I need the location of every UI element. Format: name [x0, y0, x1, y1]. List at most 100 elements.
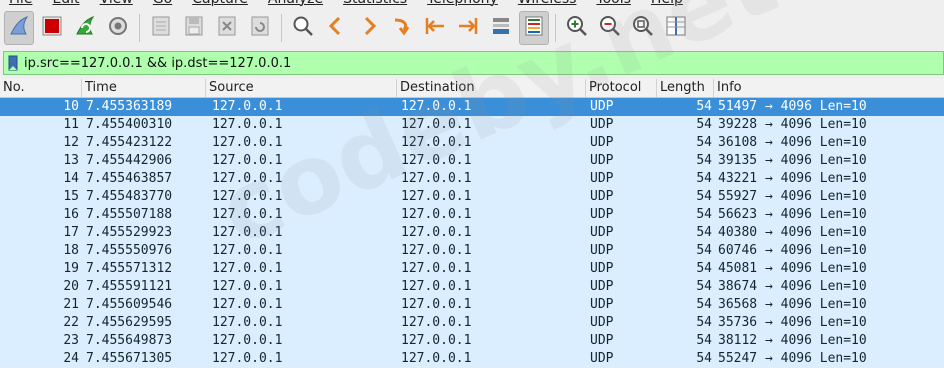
packet-protocol: UDP	[590, 351, 614, 366]
reload-icon	[248, 14, 272, 42]
reload-button[interactable]	[245, 11, 275, 45]
column-header-no[interactable]: No.	[0, 79, 82, 97]
column-header-time[interactable]: Time	[82, 79, 206, 97]
packet-info: 40380 → 4096 Len=10	[718, 225, 867, 240]
menu-file[interactable]: File	[9, 0, 32, 7]
bookmark-icon[interactable]	[4, 53, 22, 73]
menu-analyze[interactable]: Analyze	[268, 0, 323, 7]
packet-destination: 127.0.0.1	[401, 351, 472, 366]
packet-source: 127.0.0.1	[212, 117, 283, 132]
packet-info: 55247 → 4096 Len=10	[718, 351, 867, 366]
table-row[interactable]: 17 7.455529923 127.0.0.1 127.0.0.1 UDP 54 4038…	[0, 224, 944, 242]
go-back-icon	[324, 14, 348, 42]
table-row[interactable]: 21 7.455609546 127.0.0.1 127.0.0.1 UDP 54 3656…	[0, 296, 944, 314]
close-file-icon	[215, 14, 239, 42]
column-header-protocol[interactable]: Protocol	[586, 79, 657, 97]
packet-length: 54	[696, 171, 712, 186]
table-row[interactable]: 24 7.455671305 127.0.0.1 127.0.0.1 UDP 54 5524…	[0, 350, 944, 368]
packet-destination: 127.0.0.1	[401, 171, 472, 186]
packet-no: 20	[63, 279, 79, 294]
packet-length: 54	[696, 153, 712, 168]
save-file-button[interactable]	[179, 11, 209, 45]
packet-protocol: UDP	[590, 135, 614, 150]
packet-no: 22	[63, 315, 79, 330]
menu-wireless[interactable]: Wireless	[518, 0, 577, 7]
packet-time: 7.455463857	[86, 171, 173, 186]
auto-scroll-button[interactable]	[486, 11, 516, 45]
find-packet-button[interactable]	[288, 11, 318, 45]
column-header-length[interactable]: Length	[657, 79, 714, 97]
packet-no: 12	[63, 135, 79, 150]
packet-protocol: UDP	[590, 153, 614, 168]
packet-no: 11	[63, 117, 79, 132]
restart-capture-button[interactable]	[70, 11, 100, 45]
table-row[interactable]: 10 7.455363189 127.0.0.1 127.0.0.1 UDP 54 5149…	[0, 98, 944, 116]
table-row[interactable]: 23 7.455649873 127.0.0.1 127.0.0.1 UDP 54 3811…	[0, 332, 944, 350]
packet-info: 55927 → 4096 Len=10	[718, 189, 867, 204]
stop-button[interactable]	[37, 11, 67, 45]
zoom-out-icon	[598, 14, 622, 42]
packet-length: 54	[696, 351, 712, 366]
open-file-button[interactable]	[146, 11, 176, 45]
packet-protocol: UDP	[590, 99, 614, 114]
menu-help[interactable]: Help	[651, 0, 683, 7]
toolbar-separator	[281, 14, 282, 42]
menu-telephony[interactable]: Telephony	[427, 0, 498, 7]
packet-source: 127.0.0.1	[212, 351, 283, 366]
packet-list-header: No. Time Source Destination Protocol Len…	[0, 79, 944, 98]
menu-tools[interactable]: Tools	[596, 0, 631, 7]
close-file-button[interactable]	[212, 11, 242, 45]
table-row[interactable]: 11 7.455400310 127.0.0.1 127.0.0.1 UDP 54 3922…	[0, 116, 944, 134]
table-row[interactable]: 19 7.455571312 127.0.0.1 127.0.0.1 UDP 54 4508…	[0, 260, 944, 278]
packet-protocol: UDP	[590, 297, 614, 312]
packet-no: 23	[63, 333, 79, 348]
menu-capture[interactable]: Capture	[192, 0, 248, 7]
packet-time: 7.455363189	[86, 99, 173, 114]
packet-source: 127.0.0.1	[212, 297, 283, 312]
packet-length: 54	[696, 243, 712, 258]
menu-bar: File Edit View Go Capture Analyze Statistics Te…	[0, 0, 944, 7]
go-back-button[interactable]	[321, 11, 351, 45]
packet-length: 54	[696, 117, 712, 132]
column-header-info[interactable]: Info	[714, 79, 944, 97]
table-row[interactable]: 20 7.455591121 127.0.0.1 127.0.0.1 UDP 54 3867…	[0, 278, 944, 296]
zoom-in-button[interactable]	[562, 11, 592, 45]
packet-info: 36108 → 4096 Len=10	[718, 135, 867, 150]
packet-source: 127.0.0.1	[212, 153, 283, 168]
first-packet-button[interactable]	[420, 11, 450, 45]
menu-go[interactable]: Go	[153, 0, 172, 7]
table-row[interactable]: 18 7.455550976 127.0.0.1 127.0.0.1 UDP 54 6074…	[0, 242, 944, 260]
colorize-button[interactable]	[519, 11, 549, 45]
menu-view[interactable]: View	[100, 0, 133, 7]
open-file-icon	[149, 14, 173, 42]
packet-destination: 127.0.0.1	[401, 297, 472, 312]
table-row[interactable]: 16 7.455507188 127.0.0.1 127.0.0.1 UDP 54 5662…	[0, 206, 944, 224]
column-header-source[interactable]: Source	[206, 79, 397, 97]
packet-info: 39135 → 4096 Len=10	[718, 153, 867, 168]
menu-statistics[interactable]: Statistics	[343, 0, 407, 7]
normal-size-button[interactable]	[628, 11, 658, 45]
packet-destination: 127.0.0.1	[401, 135, 472, 150]
packet-info: 38112 → 4096 Len=10	[718, 333, 867, 348]
shark-fin-button[interactable]	[4, 11, 34, 45]
go-to-packet-button[interactable]	[387, 11, 417, 45]
table-row[interactable]: 22 7.455629595 127.0.0.1 127.0.0.1 UDP 54 3573…	[0, 314, 944, 332]
last-packet-button[interactable]	[453, 11, 483, 45]
packet-destination: 127.0.0.1	[401, 117, 472, 132]
table-row[interactable]: 12 7.455423122 127.0.0.1 127.0.0.1 UDP 54 3610…	[0, 134, 944, 152]
display-filter-input[interactable]	[22, 53, 924, 73]
capture-options-button[interactable]	[103, 11, 133, 45]
resize-columns-button[interactable]	[661, 11, 691, 45]
packet-source: 127.0.0.1	[212, 279, 283, 294]
normal-size-icon	[631, 14, 655, 42]
table-row[interactable]: 15 7.455483770 127.0.0.1 127.0.0.1 UDP 54 5592…	[0, 188, 944, 206]
packet-destination: 127.0.0.1	[401, 207, 472, 222]
menu-edit[interactable]: Edit	[52, 0, 79, 7]
go-forward-button[interactable]	[354, 11, 384, 45]
table-row[interactable]: 13 7.455442906 127.0.0.1 127.0.0.1 UDP 54 3913…	[0, 152, 944, 170]
column-header-destination[interactable]: Destination	[397, 79, 586, 97]
table-row[interactable]: 14 7.455463857 127.0.0.1 127.0.0.1 UDP 54 4322…	[0, 170, 944, 188]
packet-protocol: UDP	[590, 225, 614, 240]
zoom-out-button[interactable]	[595, 11, 625, 45]
stop-icon	[40, 14, 64, 42]
